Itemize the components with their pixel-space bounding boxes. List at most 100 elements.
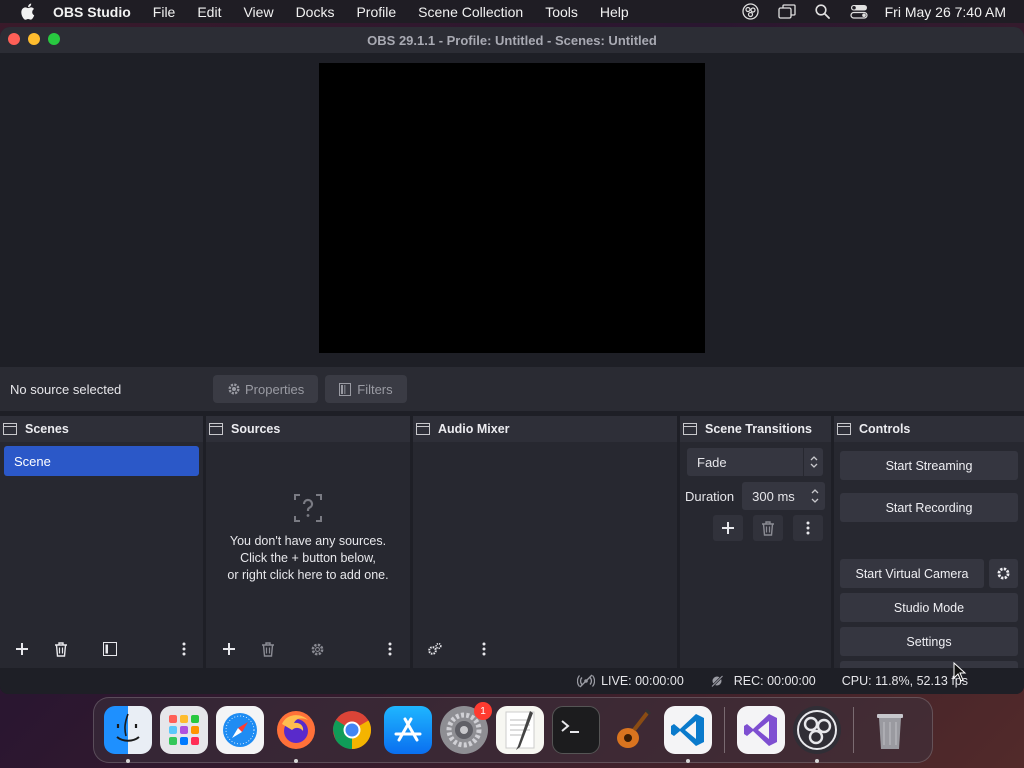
empty-sources-line1: You don't have any sources. <box>229 534 387 548</box>
spotlight-search-icon[interactable] <box>813 3 833 21</box>
filter-icon <box>103 642 117 656</box>
menu-bar: OBS Studio File Edit View Docks Profile … <box>0 0 1024 23</box>
apple-menu-icon[interactable] <box>17 2 37 22</box>
transition-more-button[interactable] <box>793 515 823 541</box>
sources-dock[interactable]: Sources You don't have any sources. Clic… <box>206 416 410 668</box>
source-more-button[interactable] <box>375 637 405 661</box>
stepper-chevron-icon[interactable] <box>805 482 825 510</box>
scenes-dock-header[interactable]: Scenes <box>0 416 203 442</box>
scene-transitions-dock: Scene Transitions Fade Duration 300 ms <box>680 416 831 668</box>
menu-tools[interactable]: Tools <box>545 4 578 20</box>
duration-spinbox[interactable]: 300 ms <box>742 482 825 510</box>
terminal-icon[interactable] <box>552 706 600 754</box>
controls-dock-header[interactable]: Controls <box>834 416 1024 442</box>
dock-float-icon <box>209 423 223 435</box>
chrome-icon[interactable] <box>328 706 376 754</box>
audio-mixer-dock-header[interactable]: Audio Mixer <box>413 416 677 442</box>
plus-icon <box>16 643 28 655</box>
launchpad-icon[interactable] <box>160 706 208 754</box>
scenes-title: Scenes <box>25 422 69 436</box>
minimize-window-button[interactable] <box>28 33 40 45</box>
mixer-more-button[interactable] <box>469 637 499 661</box>
properties-button[interactable]: Properties <box>213 375 319 403</box>
menu-scene-collection[interactable]: Scene Collection <box>418 4 523 20</box>
menu-help[interactable]: Help <box>600 4 629 20</box>
obs-status-icon[interactable] <box>741 3 761 21</box>
virtual-camera-settings-button[interactable] <box>989 559 1018 588</box>
safari-icon[interactable] <box>216 706 264 754</box>
gear-icon <box>227 382 241 396</box>
textedit-icon[interactable] <box>496 706 544 754</box>
vscode-icon[interactable] <box>664 706 712 763</box>
system-settings-icon[interactable]: 1 <box>440 702 492 754</box>
menu-clock[interactable]: Fri May 26 7:40 AM <box>885 4 1006 20</box>
broadcast-off-icon <box>577 674 596 688</box>
sources-title: Sources <box>231 422 281 436</box>
cpu-status: CPU: 11.8%, 52.13 fps <box>842 674 968 688</box>
more-vertical-icon <box>806 521 810 535</box>
menu-view[interactable]: View <box>243 4 273 20</box>
add-transition-button[interactable] <box>713 515 743 541</box>
scene-transitions-dock-header[interactable]: Scene Transitions <box>680 416 831 442</box>
scene-more-button[interactable] <box>169 637 199 661</box>
source-toolbar: No source selected Properties Filters <box>0 367 1024 411</box>
scene-transitions-title: Scene Transitions <box>705 422 812 436</box>
garageband-icon[interactable] <box>608 706 656 754</box>
scene-list-item[interactable]: Scene <box>4 446 199 476</box>
mixer-settings-button[interactable] <box>420 637 450 661</box>
source-properties-button[interactable] <box>302 637 332 661</box>
maximize-window-button[interactable] <box>48 33 60 45</box>
more-vertical-icon <box>388 642 392 656</box>
transition-select[interactable]: Fade <box>687 448 823 476</box>
transition-value: Fade <box>697 454 727 470</box>
remove-transition-button[interactable] <box>753 515 783 541</box>
trash-icon <box>55 641 67 657</box>
app-store-icon[interactable] <box>384 706 432 754</box>
visual-studio-icon[interactable] <box>737 706 785 754</box>
obs-window: OBS 29.1.1 - Profile: Untitled - Scenes:… <box>0 27 1024 694</box>
remove-scene-button[interactable] <box>46 637 76 661</box>
dock-float-icon <box>683 423 697 435</box>
menu-edit[interactable]: Edit <box>197 4 221 20</box>
gear-icon <box>311 643 323 655</box>
start-streaming-button[interactable]: Start Streaming <box>840 451 1018 480</box>
record-off-icon <box>710 674 728 688</box>
add-scene-button[interactable] <box>7 637 37 661</box>
controls-title: Controls <box>859 422 911 436</box>
preview-area <box>4 53 1020 393</box>
filters-button[interactable]: Filters <box>325 375 407 403</box>
remove-source-button[interactable] <box>253 637 283 661</box>
notification-badge: 1 <box>474 702 492 720</box>
cpu-fps: CPU: 11.8%, 52.13 fps <box>841 674 968 688</box>
plus-icon <box>722 522 734 534</box>
scene-filters-button[interactable] <box>95 637 125 661</box>
window-title: OBS 29.1.1 - Profile: Untitled - Scenes:… <box>367 32 657 48</box>
add-source-button[interactable] <box>214 637 244 661</box>
control-center-icon[interactable] <box>849 3 869 21</box>
gear-icon <box>997 567 1010 580</box>
menu-file[interactable]: File <box>153 4 176 20</box>
no-source-label: No source selected <box>10 381 122 397</box>
preview-canvas[interactable] <box>319 63 705 353</box>
menu-docks[interactable]: Docks <box>296 4 335 20</box>
firefox-icon[interactable] <box>272 706 320 763</box>
duration-value: 300 ms <box>752 488 795 504</box>
close-window-button[interactable] <box>8 33 20 45</box>
obs-studio-icon[interactable] <box>793 706 841 763</box>
dock-float-icon <box>837 423 851 435</box>
settings-button[interactable]: Settings <box>840 627 1018 656</box>
filters-label: Filters <box>357 381 393 397</box>
menu-profile[interactable]: Profile <box>356 4 396 20</box>
properties-label: Properties <box>245 381 305 397</box>
start-recording-button[interactable]: Start Recording <box>840 493 1018 522</box>
empty-sources-line3: or right click here to add one. <box>227 568 389 582</box>
finder-icon[interactable] <box>104 706 152 763</box>
macos-dock: 1 <box>93 697 933 763</box>
window-switcher-icon[interactable] <box>777 3 797 21</box>
start-virtual-camera-button[interactable]: Start Virtual Camera <box>840 559 984 588</box>
menu-app-name[interactable]: OBS Studio <box>53 4 131 20</box>
studio-mode-button[interactable]: Studio Mode <box>840 593 1018 622</box>
trash-icon[interactable] <box>866 706 914 754</box>
live-status: LIVE: 00:00:00 <box>577 674 684 688</box>
sources-dock-header[interactable]: Sources <box>206 416 410 442</box>
